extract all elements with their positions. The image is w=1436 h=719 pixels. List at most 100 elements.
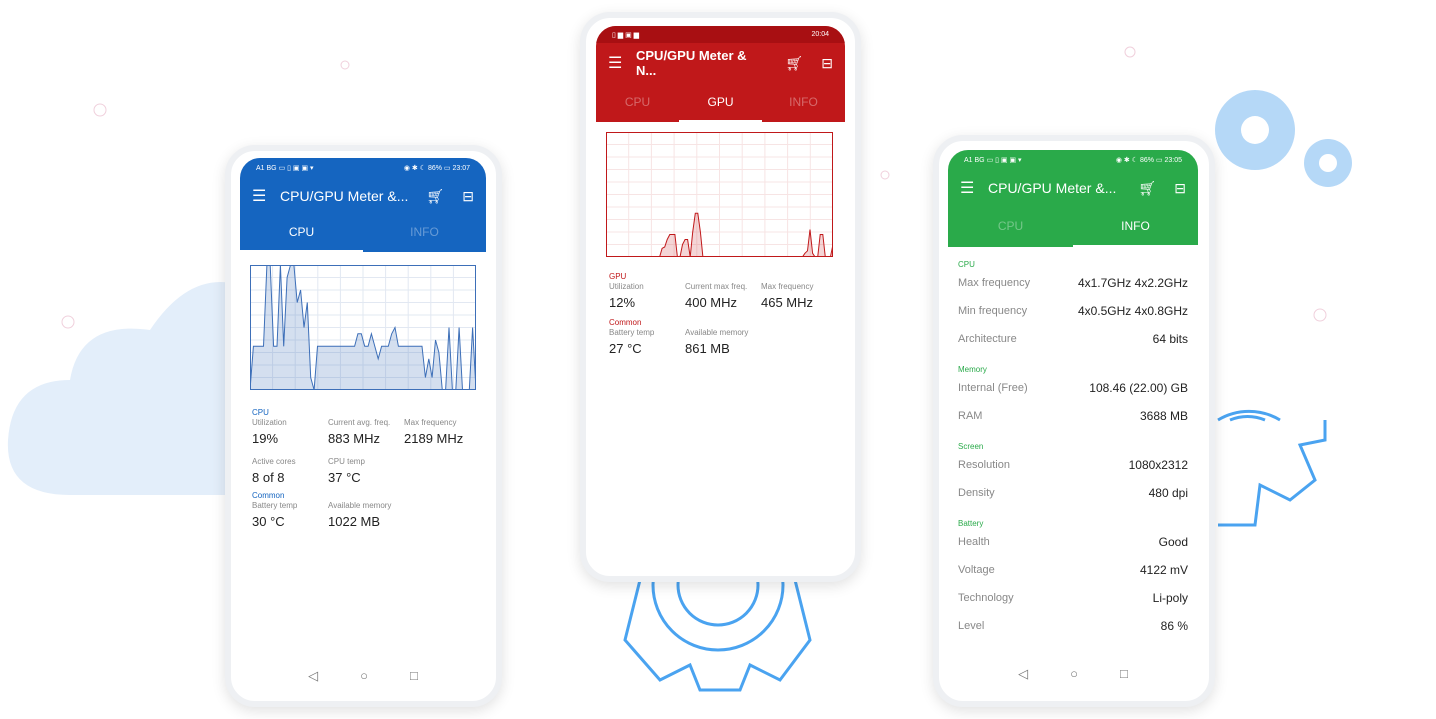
tab-info[interactable]: INFO [1073, 206, 1198, 247]
section-memory: Memory [958, 365, 987, 374]
info-row: Level 86 % [958, 612, 1188, 640]
metric-label: Utilization [252, 418, 287, 427]
info-value: 4x1.7GHz 4x2.2GHz [1077, 276, 1188, 290]
info-value: Good [1158, 535, 1188, 549]
tab-cpu[interactable]: CPU [596, 83, 679, 122]
cloud-shape [7, 282, 240, 495]
metric-value: 37 °C [328, 470, 361, 485]
tab-info[interactable]: INFO [762, 83, 845, 122]
metric-label: Max frequency [761, 282, 814, 291]
home-icon[interactable]: ○ [360, 668, 368, 684]
metric-label: Battery temp [252, 501, 298, 510]
metric: Max frequency 465 MHz [761, 281, 841, 320]
tab-gpu[interactable]: GPU [679, 83, 762, 122]
info-key: Min frequency [958, 305, 1028, 317]
info-value: 480 dpi [1148, 486, 1188, 500]
info-key: Voltage [958, 564, 995, 576]
gift-icon[interactable]: ⊟ [462, 188, 474, 205]
info-row: Min frequency 4x0.5GHz 4x0.8GHz [958, 297, 1188, 325]
info-key: Density [958, 487, 995, 499]
info-key: Health [958, 536, 990, 548]
info-row: Internal (Free) 108.46 (22.00) GB [958, 374, 1188, 402]
small-gear-icons [1215, 90, 1352, 187]
gift-icon[interactable]: ⊟ [1174, 180, 1186, 197]
metric: Available memory 861 MB [685, 327, 761, 366]
back-icon[interactable]: ◁ [308, 668, 318, 684]
metric: Max frequency 2189 MHz [404, 417, 484, 456]
info-row: Density 480 dpi [958, 479, 1188, 507]
metric-label: CPU temp [328, 457, 365, 466]
info-value: 64 bits [1152, 332, 1188, 346]
metric: Current avg. freq. 883 MHz [328, 417, 404, 456]
metric: Utilization 12% [609, 281, 685, 320]
metric-label: Battery temp [609, 328, 655, 337]
info-row: Technology Li-poly [958, 584, 1188, 612]
status-bar: ▯ ▆ ▣ ▆ 20:04 [596, 26, 845, 43]
metric: CPU temp 37 °C [328, 456, 404, 495]
recents-icon[interactable]: □ [1120, 666, 1128, 682]
menu-icon[interactable]: ☰ [608, 53, 636, 73]
cart-icon[interactable]: 🛒︎ [1138, 180, 1156, 197]
app-title: CPU/GPU Meter & N... [636, 48, 747, 78]
metric-value: 883 MHz [328, 431, 381, 446]
info-row: RAM 3688 MB [958, 402, 1188, 430]
info-value: 108.46 (22.00) GB [1089, 381, 1188, 395]
screen-cpu: A1 BG ▭ ▯ ▣ ▣ ▾ ◉ ✱ ☾ 86% ▭ 23:07 ☰ CPU/GP… [240, 158, 486, 694]
metric-value: 8 of 8 [252, 470, 285, 485]
metric-value: 19% [252, 431, 279, 446]
metric: Active cores 8 of 8 [252, 456, 328, 495]
metric-value: 30 °C [252, 514, 285, 529]
info-row: Voltage 4122 mV [958, 556, 1188, 584]
info-value: 86 % [1160, 619, 1188, 633]
tab-info[interactable]: INFO [363, 214, 486, 252]
info-value: 4x0.5GHz 4x0.8GHz [1077, 304, 1188, 318]
metric-label: Active cores [252, 457, 296, 466]
info-row: Max frequency 4x1.7GHz 4x2.2GHz [958, 269, 1188, 297]
metric-label: Available memory [685, 328, 749, 337]
metric: Battery temp 30 °C [252, 500, 328, 539]
info-key: Resolution [958, 459, 1010, 471]
gpu-usage-chart [606, 132, 833, 257]
section-battery: Battery [958, 519, 984, 528]
info-key: Architecture [958, 333, 1017, 345]
recents-icon[interactable]: □ [410, 668, 418, 684]
metric-value: 1022 MB [328, 514, 381, 529]
back-icon[interactable]: ◁ [1018, 666, 1028, 682]
home-icon[interactable]: ○ [1070, 666, 1078, 682]
nav-bar: ◁ ○ □ [948, 666, 1198, 682]
metric-label: Current avg. freq. [328, 418, 391, 427]
section-gpu: GPU [609, 272, 627, 281]
info-value: 1080x2312 [1128, 458, 1188, 472]
info-key: Level [958, 620, 985, 632]
metric-label: Available memory [328, 501, 392, 510]
metric-value: 465 MHz [761, 295, 814, 310]
cpu-usage-chart [250, 265, 476, 390]
cart-icon[interactable]: 🛒︎ [426, 188, 444, 205]
info-row: Architecture 64 bits [958, 325, 1188, 353]
app-title: CPU/GPU Meter &... [280, 188, 409, 204]
metric: Current max freq. 400 MHz [685, 281, 761, 320]
info-value: 3688 MB [1139, 409, 1188, 423]
metric-label: Utilization [609, 282, 644, 291]
screen-gpu: ▯ ▆ ▣ ▆ 20:04 ☰ CPU/GPU Meter & N... 🛒︎ ⊟ CP… [596, 26, 845, 564]
menu-icon[interactable]: ☰ [960, 178, 988, 198]
info-key: Max frequency [958, 277, 1031, 289]
info-key: RAM [958, 410, 983, 422]
tab-cpu[interactable]: CPU [240, 214, 363, 252]
menu-icon[interactable]: ☰ [252, 186, 280, 206]
metric-value: 27 °C [609, 341, 642, 356]
section-screen: Screen [958, 442, 984, 451]
info-row: Health Good [958, 528, 1188, 556]
gift-icon[interactable]: ⊟ [821, 55, 833, 72]
info-row: Resolution 1080x2312 [958, 451, 1188, 479]
metric: Battery temp 27 °C [609, 327, 685, 366]
tab-cpu[interactable]: CPU [948, 206, 1073, 247]
section-cpu: CPU [252, 408, 269, 417]
metric-label: Current max freq. [685, 282, 748, 291]
metric-label: Max frequency [404, 418, 457, 427]
section-cpu: CPU [958, 260, 975, 269]
metric: Utilization 19% [252, 417, 328, 456]
info-key: Technology [958, 592, 1014, 604]
app-title: CPU/GPU Meter &... [988, 180, 1117, 196]
cart-icon[interactable]: 🛒︎ [785, 55, 803, 72]
